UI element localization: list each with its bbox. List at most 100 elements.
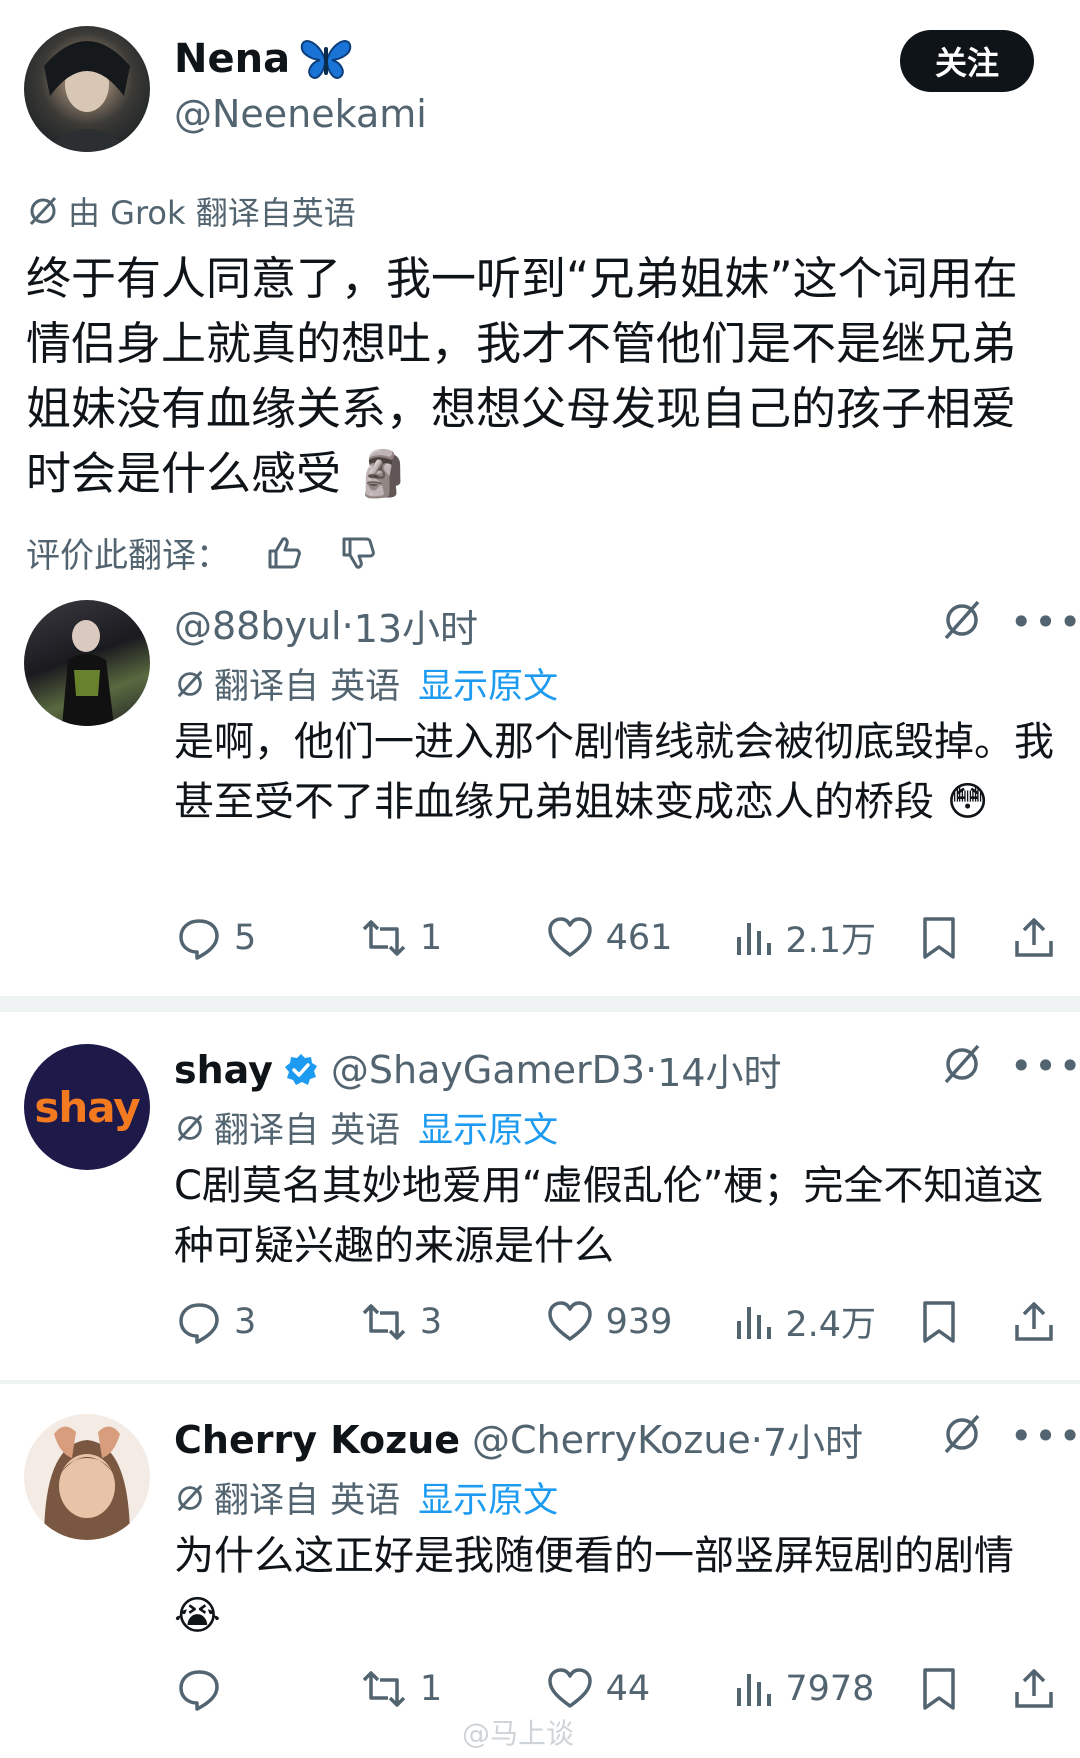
reply-text: 为什么这正好是我随便看的一部竖屏短剧的剧情 😭	[174, 1533, 1014, 1639]
bookmark-icon	[923, 916, 955, 959]
repost-button[interactable]: 3	[358, 1299, 546, 1345]
avatar-shay-logo: shay	[34, 1082, 140, 1132]
show-original-link[interactable]: 显示原文	[418, 1102, 558, 1153]
reply-count-button[interactable]	[176, 1666, 358, 1712]
grok-icon[interactable]	[940, 1412, 984, 1456]
more-options-icon[interactable]: •••	[1010, 1414, 1080, 1458]
more-options-icon[interactable]: •••	[1010, 600, 1080, 644]
reply-text: C剧莫名其妙地爱用“虚假乱伦”梗；完全不知道这种可疑兴趣的来源是什么	[174, 1163, 1044, 1269]
heart-icon	[547, 1300, 592, 1341]
reply-actions: 3 3 939 2.4万	[176, 1296, 1056, 1347]
heart-icon	[547, 1668, 592, 1708]
reply-actions: 1 44 7978	[176, 1666, 1056, 1712]
translation-label: 翻译自 英语 显示原文	[174, 1472, 558, 1523]
reply-handle[interactable]: @88byul	[174, 604, 342, 648]
grok-icon[interactable]	[940, 598, 984, 642]
repost-count: 3	[419, 1301, 443, 1342]
reply-count: 5	[234, 917, 257, 958]
more-options-icon[interactable]: •••	[1010, 1044, 1080, 1088]
thumbs-down-icon[interactable]	[338, 533, 378, 573]
reply-time[interactable]: 14小时	[657, 1042, 781, 1097]
author-name[interactable]: Nena	[174, 36, 352, 82]
share-button[interactable]	[1012, 1666, 1056, 1712]
tweet-text: 终于有人同意了，我一听到“兄弟姐妹”这个词用在情侣身上就真的想吐，我才不管他们是…	[26, 252, 1018, 500]
show-original-link[interactable]: 显示原文	[418, 658, 558, 709]
bookmark-icon	[923, 1300, 955, 1343]
repost-count: 1	[419, 917, 443, 958]
repost-button[interactable]: 1	[358, 1666, 546, 1712]
reply-avatar[interactable]: shay	[24, 1044, 150, 1170]
share-button[interactable]	[1012, 1299, 1056, 1345]
translate-slash-icon	[26, 194, 60, 228]
translated-from-text: 翻译自 英语	[214, 1481, 401, 1521]
rate-translation-label: 评价此翻译：	[26, 536, 230, 576]
repost-button[interactable]: 1	[358, 915, 546, 961]
share-button[interactable]	[1012, 915, 1056, 961]
bookmark-button[interactable]	[919, 915, 1012, 961]
repost-icon	[362, 919, 406, 956]
separator-dot: ·	[750, 1417, 763, 1462]
share-icon	[1015, 1301, 1053, 1341]
bookmark-button[interactable]	[919, 1299, 1012, 1345]
translated-from-text: 翻译自 英语	[214, 1111, 401, 1151]
views-button[interactable]: 2.1万	[733, 912, 919, 963]
views-icon	[737, 1306, 772, 1339]
reply-text: 是啊，他们一进入那个剧情线就会被彻底毁掉。我甚至受不了非血缘兄弟姐妹变成恋人的桥…	[174, 719, 1054, 825]
grok-icon[interactable]	[940, 1042, 984, 1086]
divider	[0, 996, 1080, 1012]
reply-header: shay @ShayGamerD3 · 14小时	[174, 1042, 782, 1097]
separator-dot: ·	[645, 1047, 658, 1092]
grok-translation-label: 由 Grok 翻译自英语	[26, 188, 356, 234]
share-icon	[1015, 1669, 1053, 1708]
separator-dot: ·	[341, 603, 354, 648]
like-count: 461	[605, 917, 673, 958]
like-button[interactable]: 44	[546, 1666, 734, 1712]
reply-handle[interactable]: @ShayGamerD3	[331, 1048, 645, 1092]
like-button[interactable]: 939	[546, 1299, 734, 1345]
reply-display-name[interactable]: Cherry Kozue	[174, 1418, 460, 1462]
reply-handle[interactable]: @CherryKozue	[472, 1418, 751, 1462]
reply-count: 3	[234, 1301, 257, 1342]
comment-icon	[179, 1670, 219, 1711]
translate-slash-icon	[174, 1482, 206, 1514]
view-count: 2.1万	[785, 921, 876, 961]
view-count: 7978	[785, 1669, 875, 1709]
weibo-watermark: @马上谈	[462, 1717, 575, 1750]
like-count: 939	[605, 1301, 673, 1342]
verified-badge-icon	[283, 1052, 319, 1088]
reply-time[interactable]: 7小时	[763, 1412, 863, 1467]
repost-icon	[362, 1303, 406, 1340]
reply-header: Cherry Kozue @CherryKozue · 7小时	[174, 1412, 863, 1467]
reply-avatar[interactable]	[24, 1414, 150, 1540]
author-display-name: Nena	[174, 36, 291, 82]
thumbs-up-icon[interactable]	[264, 533, 304, 573]
translated-from-text: 翻译自 英语	[214, 667, 401, 707]
rate-translation: 评价此翻译：	[26, 528, 378, 577]
butterfly-icon	[300, 37, 352, 81]
like-count: 44	[605, 1669, 651, 1709]
views-icon	[737, 922, 772, 955]
reply-actions: 5 1 461 2.1万	[176, 912, 1056, 963]
views-button[interactable]: 2.4万	[733, 1296, 919, 1347]
views-icon	[737, 1674, 772, 1706]
comment-icon	[179, 918, 219, 960]
comment-icon	[179, 1302, 219, 1344]
views-button[interactable]: 7978	[733, 1668, 919, 1710]
heart-icon	[547, 916, 592, 957]
reply-count-button[interactable]: 5	[176, 915, 358, 961]
reply-display-name[interactable]: shay	[174, 1048, 273, 1092]
author-avatar[interactable]	[24, 26, 150, 152]
reply-time[interactable]: 13小时	[354, 598, 478, 653]
reply-count-button[interactable]: 3	[176, 1299, 358, 1345]
translate-slash-icon	[174, 668, 206, 700]
bookmark-button[interactable]	[919, 1666, 1012, 1712]
author-handle[interactable]: @Neenekami	[174, 92, 427, 136]
like-button[interactable]: 461	[546, 915, 734, 961]
divider	[0, 1380, 1080, 1384]
translation-label: 翻译自 英语 显示原文	[174, 658, 558, 709]
show-original-link[interactable]: 显示原文	[418, 1472, 558, 1523]
grok-translation-text: 由 Grok 翻译自英语	[68, 194, 356, 232]
reply-avatar[interactable]	[24, 600, 150, 726]
repost-count: 1	[419, 1669, 443, 1709]
follow-button[interactable]: 关注	[900, 30, 1034, 92]
